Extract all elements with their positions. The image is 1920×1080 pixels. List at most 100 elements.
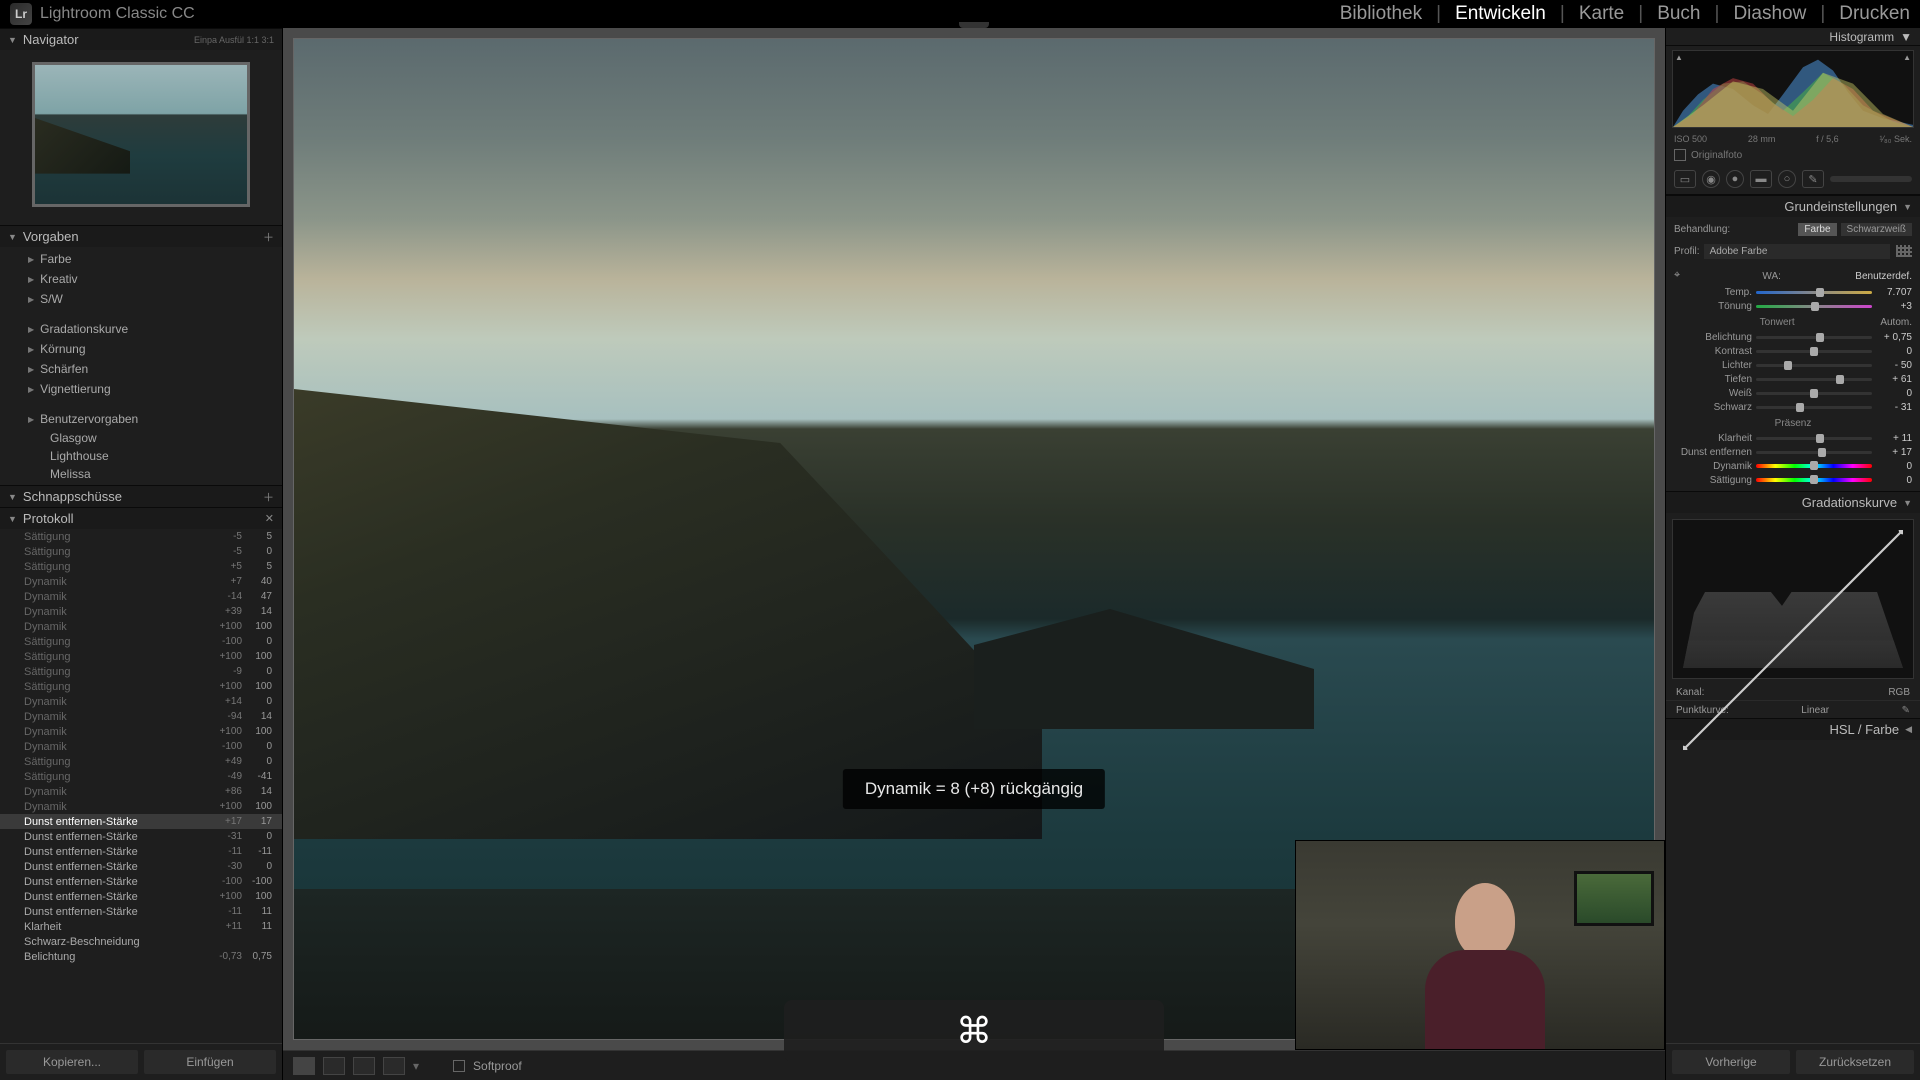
treatment-bw[interactable]: Schwarzweiß: [1841, 223, 1912, 236]
basic-header[interactable]: Grundeinstellungen ▼: [1666, 195, 1920, 217]
clear-history-icon[interactable]: ✕: [265, 512, 274, 525]
history-step[interactable]: Sättigung+490: [0, 754, 282, 769]
before-after-split-icon[interactable]: [383, 1057, 405, 1075]
slider-value[interactable]: + 61: [1876, 374, 1912, 385]
brush-tool-icon[interactable]: ✎: [1802, 170, 1824, 188]
user-presets-folder[interactable]: Benutzervorgaben: [8, 409, 274, 429]
history-step[interactable]: Sättigung-50: [0, 544, 282, 559]
history-step[interactable]: Dunst entfernen-Stärke+1717: [0, 814, 282, 829]
history-step[interactable]: Dunst entfernen-Stärke-100-100: [0, 874, 282, 889]
module-karte[interactable]: Karte: [1579, 3, 1624, 25]
temp-slider[interactable]: [1756, 291, 1872, 294]
histogram-header[interactable]: Histogramm ▼: [1666, 28, 1920, 46]
module-entwickeln[interactable]: Entwickeln: [1455, 3, 1546, 25]
slider-track[interactable]: [1756, 336, 1872, 339]
slider-value[interactable]: 0: [1876, 388, 1912, 399]
wb-select[interactable]: Benutzerdef.: [1855, 271, 1912, 282]
history-step[interactable]: Sättigung-90: [0, 664, 282, 679]
highlight-clip-icon[interactable]: ▲: [1903, 53, 1911, 62]
navigator-thumbnail[interactable]: [32, 62, 250, 207]
preset-item[interactable]: Melissa: [8, 465, 274, 483]
history-step[interactable]: Dynamik+8614: [0, 784, 282, 799]
before-after-tb-icon[interactable]: [353, 1057, 375, 1075]
temp-value[interactable]: 7.707: [1876, 287, 1912, 298]
history-header[interactable]: ▼ Protokoll ✕: [0, 507, 282, 529]
slider-track[interactable]: [1756, 451, 1872, 454]
history-step[interactable]: Sättigung-49-41: [0, 769, 282, 784]
tool-slider[interactable]: [1830, 176, 1912, 182]
preset-group[interactable]: Körnung: [8, 339, 274, 359]
preset-group[interactable]: Kreativ: [8, 269, 274, 289]
history-step[interactable]: Dunst entfernen-Stärke+100100: [0, 889, 282, 904]
history-step[interactable]: Dunst entfernen-Stärke-11-11: [0, 844, 282, 859]
module-diashow[interactable]: Diashow: [1733, 3, 1806, 25]
history-step[interactable]: Schwarz-Beschneidung: [0, 934, 282, 949]
history-step[interactable]: Dynamik-1000: [0, 739, 282, 754]
histogram[interactable]: ▲ ▲: [1672, 50, 1914, 128]
profile-browser-icon[interactable]: [1896, 245, 1912, 257]
preset-group[interactable]: Vignettierung: [8, 379, 274, 399]
gradient-tool-icon[interactable]: ▬: [1750, 170, 1772, 188]
navigator-zoom-modes[interactable]: Einpa Ausfül 1:1 3:1: [194, 35, 274, 45]
preset-group[interactable]: Schärfen: [8, 359, 274, 379]
shadow-clip-icon[interactable]: ▲: [1675, 53, 1683, 62]
copy-button[interactable]: Kopieren...: [6, 1050, 138, 1074]
treatment-color[interactable]: Farbe: [1798, 223, 1836, 236]
add-preset-icon[interactable]: ＋: [263, 229, 274, 245]
presets-header[interactable]: ▼ Vorgaben ＋: [0, 225, 282, 247]
history-step[interactable]: Klarheit+1111: [0, 919, 282, 934]
tone-curve[interactable]: [1672, 519, 1914, 679]
slider-track[interactable]: [1756, 437, 1872, 440]
profile-select[interactable]: Adobe Farbe: [1704, 244, 1890, 259]
slider-value[interactable]: - 31: [1876, 402, 1912, 413]
slider-value[interactable]: 0: [1876, 461, 1912, 472]
crop-tool-icon[interactable]: ▭: [1674, 170, 1696, 188]
history-step[interactable]: Sättigung+55: [0, 559, 282, 574]
reset-button[interactable]: Zurücksetzen: [1796, 1050, 1914, 1074]
secondary-display-handle[interactable]: [959, 22, 989, 28]
history-step[interactable]: Sättigung-1000: [0, 634, 282, 649]
history-step[interactable]: Dunst entfernen-Stärke-1111: [0, 904, 282, 919]
slider-value[interactable]: - 50: [1876, 360, 1912, 371]
history-step[interactable]: Dynamik-9414: [0, 709, 282, 724]
module-bibliothek[interactable]: Bibliothek: [1340, 3, 1422, 25]
slider-value[interactable]: + 0,75: [1876, 332, 1912, 343]
history-step[interactable]: Dunst entfernen-Stärke-310: [0, 829, 282, 844]
module-buch[interactable]: Buch: [1657, 3, 1700, 25]
slider-track[interactable]: [1756, 478, 1872, 482]
module-drucken[interactable]: Drucken: [1839, 3, 1910, 25]
redeye-tool-icon[interactable]: ●: [1726, 170, 1744, 188]
previous-button[interactable]: Vorherige: [1672, 1050, 1790, 1074]
spot-tool-icon[interactable]: ◉: [1702, 170, 1720, 188]
history-step[interactable]: Dynamik+3914: [0, 604, 282, 619]
slider-track[interactable]: [1756, 364, 1872, 367]
wb-dropper-icon[interactable]: ⌖: [1674, 269, 1688, 283]
history-step[interactable]: Dynamik+140: [0, 694, 282, 709]
slider-value[interactable]: 0: [1876, 346, 1912, 357]
history-step[interactable]: Belichtung-0,730,75: [0, 949, 282, 964]
curve-header[interactable]: Gradationskurve ▼: [1666, 491, 1920, 513]
slider-value[interactable]: + 17: [1876, 447, 1912, 458]
preset-item[interactable]: Lighthouse: [8, 447, 274, 465]
history-step[interactable]: Sättigung+100100: [0, 679, 282, 694]
preset-group[interactable]: Farbe: [8, 249, 274, 269]
auto-tone-button[interactable]: Autom.: [1880, 317, 1912, 328]
tint-value[interactable]: +3: [1876, 301, 1912, 312]
preset-group[interactable]: Gradationskurve: [8, 319, 274, 339]
history-step[interactable]: Dynamik+740: [0, 574, 282, 589]
slider-value[interactable]: + 11: [1876, 433, 1912, 444]
before-after-lr-icon[interactable]: [323, 1057, 345, 1075]
tint-slider[interactable]: [1756, 305, 1872, 308]
radial-tool-icon[interactable]: ○: [1778, 170, 1796, 188]
snapshots-header[interactable]: ▼ Schnappschüsse ＋: [0, 485, 282, 507]
history-step[interactable]: Sättigung+100100: [0, 649, 282, 664]
softproof-checkbox[interactable]: [453, 1060, 465, 1072]
navigator-header[interactable]: ▼ Navigator Einpa Ausfül 1:1 3:1: [0, 28, 282, 50]
preset-item[interactable]: Glasgow: [8, 429, 274, 447]
history-step[interactable]: Dynamik+100100: [0, 619, 282, 634]
paste-button[interactable]: Einfügen: [144, 1050, 276, 1074]
slider-track[interactable]: [1756, 406, 1872, 409]
slider-track[interactable]: [1756, 350, 1872, 353]
slider-track[interactable]: [1756, 378, 1872, 381]
add-snapshot-icon[interactable]: ＋: [263, 489, 274, 505]
